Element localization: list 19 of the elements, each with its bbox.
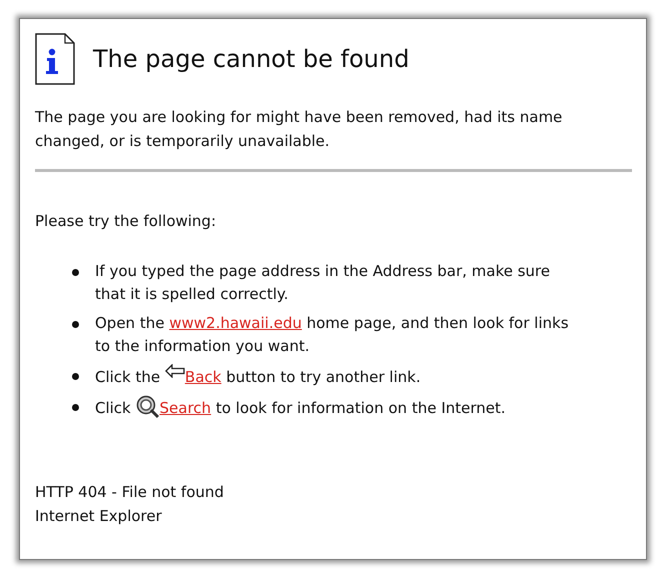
- bullet-icon: [72, 404, 79, 411]
- link[interactable]: Back: [184, 368, 222, 386]
- suggestion-text: Click the Back button to try another link.: [95, 364, 585, 389]
- status-text: HTTP 404 - File not found: [35, 482, 225, 503]
- suggestion-text: Open the www2.hawaii.edu home page, and then look for links to the information you want.: [95, 313, 570, 357]
- bullet-icon: [72, 269, 79, 276]
- suggestion-text: Click Search to look for information on the Internet.: [95, 395, 585, 420]
- magnifier-icon: [136, 395, 160, 419]
- bullet-icon: [72, 321, 79, 328]
- link[interactable]: www2.hawaii.edu: [169, 314, 302, 332]
- error-description: The page you are looking for might have been removed, had its name changed, or is temporarily unavailable.: [35, 107, 564, 152]
- bullet-icon: [72, 373, 79, 380]
- suggestion-text: If you typed the page address in the Address bar, make sure that it is spelled correctly.: [95, 261, 552, 305]
- status-text: Internet Explorer: [35, 506, 163, 527]
- suggestions-heading: Please try the following:: [35, 212, 218, 230]
- left-arrow-icon: [164, 364, 185, 378]
- info-document-icon: [35, 33, 75, 85]
- link[interactable]: Search: [160, 399, 212, 417]
- page-title: The page cannot be found: [93, 45, 410, 73]
